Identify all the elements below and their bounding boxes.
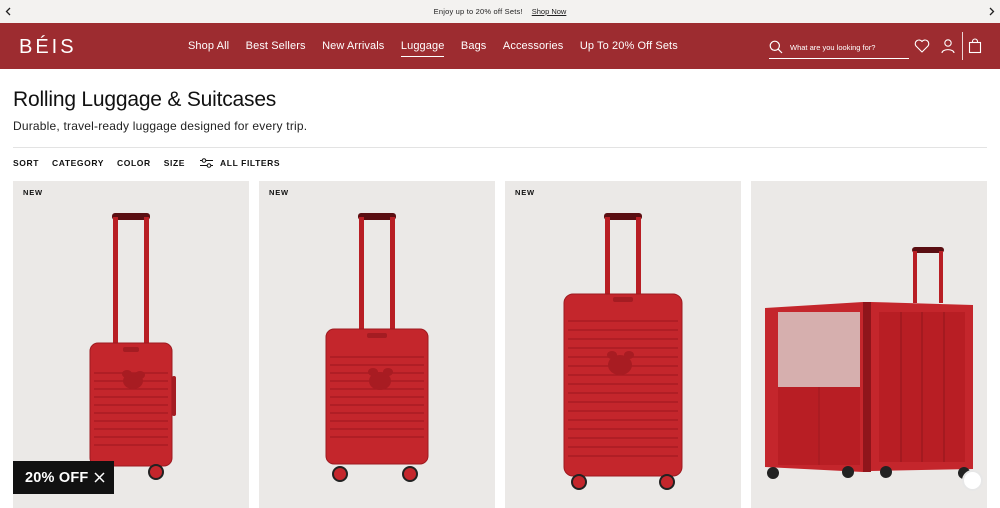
- product-image: [89, 213, 176, 480]
- chevron-left-icon[interactable]: [3, 5, 13, 17]
- product-card[interactable]: NEW: [13, 181, 249, 508]
- brand-logo[interactable]: BÉIS: [19, 36, 77, 59]
- site-header: BÉIS Shop All Best Sellers New Arrivals …: [0, 23, 1000, 69]
- all-filters-label: ALL FILTERS: [220, 158, 281, 168]
- page-subtitle: Durable, travel-ready luggage designed f…: [13, 119, 308, 133]
- page-title: Rolling Luggage & Suitcases: [13, 88, 277, 111]
- sort-filter[interactable]: SORT: [13, 158, 39, 168]
- nav-shop-all[interactable]: Shop All: [188, 23, 229, 69]
- search-bar: [769, 36, 909, 59]
- nav-luggage[interactable]: Luggage: [400, 23, 445, 69]
- nav-best-sellers[interactable]: Best Sellers: [246, 23, 306, 69]
- color-filter[interactable]: COLOR: [117, 158, 151, 168]
- product-card[interactable]: [751, 181, 987, 508]
- account-icon[interactable]: [940, 38, 956, 54]
- nav-bags[interactable]: Bags: [461, 23, 486, 69]
- product-image: [563, 213, 683, 490]
- product-card[interactable]: NEW: [259, 181, 495, 508]
- main-nav: Shop All Best Sellers New Arrivals Lugga…: [188, 23, 694, 69]
- filter-bar: SORT CATEGORY COLOR SIZE ALL FILTERS: [13, 156, 293, 170]
- announcement-bar: Enjoy up to 20% off Sets! Shop Now: [0, 0, 1000, 23]
- search-input[interactable]: [790, 42, 905, 52]
- sliders-icon: [200, 158, 214, 168]
- section-divider: [13, 147, 987, 148]
- announcement-message: Enjoy up to 20% off Sets!: [433, 7, 523, 16]
- nav-new-arrivals[interactable]: New Arrivals: [322, 23, 384, 69]
- nav-accessories[interactable]: Accessories: [503, 23, 563, 69]
- promo-banner[interactable]: 20% OFF: [13, 461, 114, 494]
- new-badge: NEW: [269, 188, 289, 197]
- chat-button[interactable]: [962, 470, 983, 491]
- nav-sets-sale[interactable]: Up To 20% Off Sets: [580, 23, 678, 69]
- bag-icon[interactable]: [967, 38, 983, 54]
- chevron-right-icon[interactable]: [987, 5, 997, 17]
- product-card[interactable]: NEW: [505, 181, 741, 508]
- size-filter[interactable]: SIZE: [164, 158, 185, 168]
- new-badge: NEW: [515, 188, 535, 197]
- close-icon[interactable]: [93, 471, 106, 484]
- product-image: [765, 247, 973, 479]
- heart-icon[interactable]: [914, 38, 930, 54]
- header-divider: [962, 32, 963, 60]
- new-badge: NEW: [23, 188, 43, 197]
- promo-label: 20% OFF: [25, 469, 89, 486]
- shop-now-link[interactable]: Shop Now: [532, 7, 567, 16]
- search-icon[interactable]: [769, 40, 783, 54]
- category-filter[interactable]: CATEGORY: [52, 158, 104, 168]
- all-filters-button[interactable]: ALL FILTERS: [198, 158, 293, 168]
- product-image: [325, 213, 429, 482]
